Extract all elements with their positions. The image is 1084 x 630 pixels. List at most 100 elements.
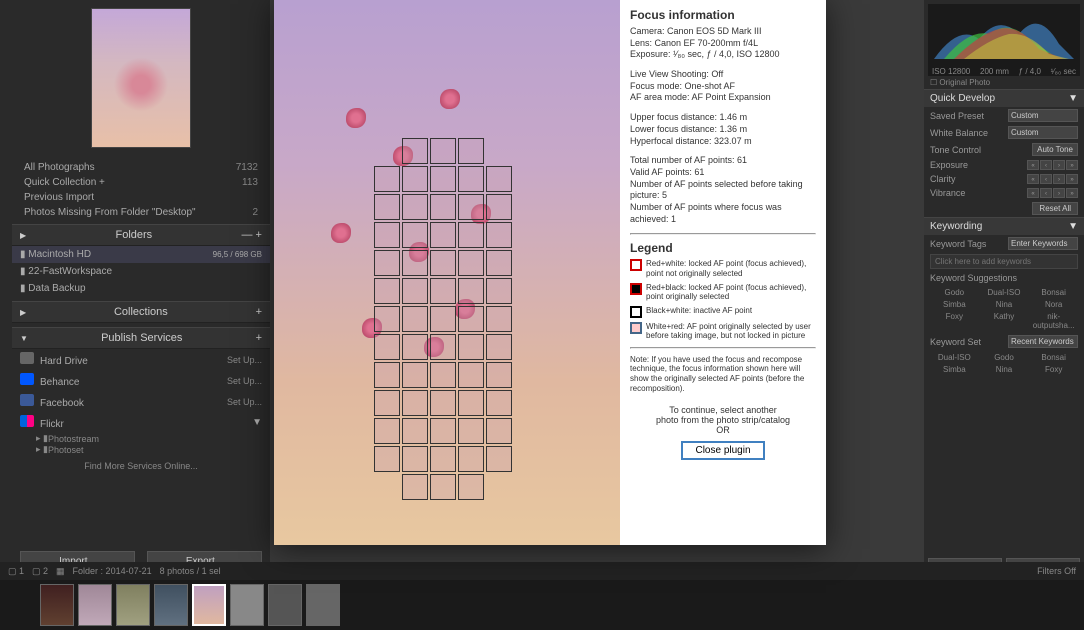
filmstrip-thumb-selected[interactable] bbox=[192, 584, 226, 626]
status-bar: ▢ 1 ▢ 2 ▦ Folder : 2014-07-21 8 photos /… bbox=[0, 562, 1084, 580]
exposure-steppers[interactable]: «‹›» bbox=[1027, 160, 1078, 170]
histo-iso: ISO 12800 bbox=[932, 67, 970, 76]
kw-sugg-item[interactable]: Simba bbox=[930, 299, 979, 310]
vibrance-row: Vibrance«‹›» bbox=[924, 186, 1084, 200]
legend-white-red: White+red: AF point originally selected … bbox=[646, 322, 816, 341]
keyword-input[interactable] bbox=[930, 254, 1078, 269]
legend-red-black: Red+black: locked AF point (focus achiev… bbox=[646, 283, 816, 302]
close-plugin-button[interactable]: Close plugin bbox=[681, 441, 764, 460]
filmstrip-thumb[interactable] bbox=[40, 584, 74, 626]
filmstrip: ▢ 1 ▢ 2 ▦ Folder : 2014-07-21 8 photos /… bbox=[0, 580, 1084, 630]
modal-info-panel: Focus information Camera: Canon EOS 5D M… bbox=[620, 0, 826, 545]
kw-recent-item[interactable]: Nina bbox=[980, 364, 1029, 375]
recent-keywords-grid: Dual-ISOGodoBonsai SimbaNinaFoxy bbox=[924, 350, 1084, 377]
reset-all-button[interactable]: Reset All bbox=[1032, 202, 1078, 215]
kw-recent-item[interactable]: Foxy bbox=[1029, 364, 1078, 375]
collections-header[interactable]: ▶Collections+ bbox=[12, 301, 270, 323]
filmstrip-thumb[interactable] bbox=[230, 584, 264, 626]
publish-facebook[interactable]: FacebookSet Up... bbox=[12, 391, 270, 412]
kw-sugg-item[interactable]: Foxy bbox=[930, 311, 979, 331]
keyword-suggestions-header: Keyword Suggestions bbox=[924, 271, 1084, 285]
folders-header[interactable]: ▶Folders— + bbox=[12, 224, 270, 246]
focus-info-title: Focus information bbox=[630, 8, 816, 22]
legend-black-white: Black+white: inactive AF point bbox=[646, 306, 752, 318]
publish-flickr[interactable]: Flickr▼ bbox=[12, 412, 270, 433]
clarity-steppers[interactable]: «‹›» bbox=[1027, 174, 1078, 184]
publish-flickr-photostream[interactable]: ▸ ▮ Photostream bbox=[12, 433, 270, 444]
af-point-grid bbox=[374, 138, 512, 500]
kw-recent-item[interactable]: Godo bbox=[980, 352, 1029, 363]
kw-recent-item[interactable]: Dual-ISO bbox=[930, 352, 979, 363]
catalog-previous-import[interactable]: Previous Import bbox=[20, 190, 262, 205]
filters-off[interactable]: Filters Off bbox=[1037, 566, 1076, 576]
catalog-list: All Photographs7132 Quick Collection +11… bbox=[12, 160, 270, 220]
info-focusmode: Focus mode: One-shot AF bbox=[630, 81, 816, 93]
publish-services-header[interactable]: ▼Publish Services+ bbox=[12, 327, 270, 349]
legend-title: Legend bbox=[630, 241, 816, 255]
exposure-row: Exposure«‹›» bbox=[924, 158, 1084, 172]
quick-develop-header[interactable]: Quick Develop▼ bbox=[924, 89, 1084, 107]
keyword-tags-row[interactable]: Keyword TagsEnter Keywords bbox=[924, 235, 1084, 252]
kw-sugg-item[interactable]: Dual-ISO bbox=[980, 287, 1029, 298]
kw-sugg-item[interactable]: Godo bbox=[930, 287, 979, 298]
histo-focal: 200 mm bbox=[980, 67, 1009, 76]
info-lower-distance: Lower focus distance: 1.36 m bbox=[630, 124, 816, 136]
info-camera: Camera: Canon EOS 5D Mark III bbox=[630, 26, 816, 38]
histo-shutter: ¹⁄₈₀ sec bbox=[1051, 67, 1076, 76]
keyword-suggestions-grid: GodoDual-ISOBonsai SimbaNinaNora FoxyKat… bbox=[924, 285, 1084, 333]
filmstrip-thumb[interactable] bbox=[154, 584, 188, 626]
folder-fastworkspace[interactable]: ▮ 22-FastWorkspace bbox=[12, 263, 270, 280]
kw-sugg-item[interactable]: Bonsai bbox=[1029, 287, 1078, 298]
clarity-row: Clarity«‹›» bbox=[924, 172, 1084, 186]
catalog-quick-collection[interactable]: Quick Collection +113 bbox=[20, 175, 262, 190]
info-hyperfocal: Hyperfocal distance: 323.07 m bbox=[630, 136, 816, 148]
white-balance-row[interactable]: White BalanceCustom bbox=[924, 124, 1084, 141]
info-exposure: Exposure: ¹⁄₈₀ sec, ƒ / 4,0, ISO 12800 bbox=[630, 49, 816, 61]
info-achieved: Number of AF points where focus was achi… bbox=[630, 202, 816, 225]
kw-sugg-item[interactable]: Nora bbox=[1029, 299, 1078, 310]
focus-info-modal: Focus information Camera: Canon EOS 5D M… bbox=[274, 0, 826, 545]
grid-view-icon[interactable]: ▦ bbox=[56, 566, 65, 577]
publish-behance[interactable]: BehanceSet Up... bbox=[12, 370, 270, 391]
folder-data-backup[interactable]: ▮ Data Backup bbox=[12, 280, 270, 297]
tone-control-row: Tone ControlAuto Tone bbox=[924, 141, 1084, 158]
filmstrip-thumb[interactable] bbox=[116, 584, 150, 626]
window-toggle-2[interactable]: ▢ 2 bbox=[32, 566, 48, 577]
publish-hard-drive[interactable]: Hard DriveSet Up... bbox=[12, 349, 270, 370]
right-panel: ISO 12800 200 mm ƒ / 4,0 ¹⁄₈₀ sec ☐ Orig… bbox=[924, 0, 1084, 580]
legend-red-white: Red+white: locked AF point (focus achiev… bbox=[646, 259, 816, 278]
filmstrip-thumb[interactable] bbox=[306, 584, 340, 626]
left-panel: All Photographs7132 Quick Collection +11… bbox=[0, 0, 270, 580]
catalog-all-photographs[interactable]: All Photographs7132 bbox=[20, 160, 262, 175]
filmstrip-thumb[interactable] bbox=[78, 584, 112, 626]
navigator-preview[interactable] bbox=[91, 8, 191, 148]
info-lens: Lens: Canon EF 70-200mm f/4L bbox=[630, 38, 816, 50]
folder-macintosh-hd[interactable]: ▮ Macintosh HD96,5 / 698 GB bbox=[12, 246, 270, 263]
publish-flickr-photoset[interactable]: ▸ ▮ Photoset bbox=[12, 444, 270, 455]
kw-sugg-item[interactable]: nik-outputsha... bbox=[1029, 311, 1078, 331]
keyword-set-row[interactable]: Keyword SetRecent Keywords bbox=[924, 333, 1084, 350]
histogram[interactable]: ISO 12800 200 mm ƒ / 4,0 ¹⁄₈₀ sec bbox=[928, 4, 1080, 76]
kw-sugg-item[interactable]: Kathy bbox=[980, 311, 1029, 331]
info-total-af: Total number of AF points: 61 bbox=[630, 155, 816, 167]
info-upper-distance: Upper focus distance: 1.46 m bbox=[630, 112, 816, 124]
modal-preview-image bbox=[274, 0, 620, 545]
keywording-header[interactable]: Keywording▼ bbox=[924, 217, 1084, 235]
auto-tone-button[interactable]: Auto Tone bbox=[1032, 143, 1078, 156]
info-afarea: AF area mode: AF Point Expansion bbox=[630, 92, 816, 104]
histo-aperture: ƒ / 4,0 bbox=[1019, 67, 1041, 76]
info-liveview: Live View Shooting: Off bbox=[630, 69, 816, 81]
find-more-services[interactable]: Find More Services Online... bbox=[12, 455, 270, 477]
filmstrip-thumb[interactable] bbox=[268, 584, 302, 626]
kw-recent-item[interactable]: Bonsai bbox=[1029, 352, 1078, 363]
kw-recent-item[interactable]: Simba bbox=[930, 364, 979, 375]
legend-note: Note: If you have used the focus and rec… bbox=[630, 355, 816, 393]
saved-preset-row[interactable]: Saved PresetCustom bbox=[924, 107, 1084, 124]
vibrance-steppers[interactable]: «‹›» bbox=[1027, 188, 1078, 198]
catalog-missing-photos[interactable]: Photos Missing From Folder "Desktop"2 bbox=[20, 205, 262, 220]
status-folder: Folder : 2014-07-21 bbox=[73, 566, 152, 576]
original-photo-checkbox[interactable]: ☐ Original Photo bbox=[924, 76, 1084, 89]
info-selected-before: Number of AF points selected before taki… bbox=[630, 179, 816, 202]
kw-sugg-item[interactable]: Nina bbox=[980, 299, 1029, 310]
window-toggle[interactable]: ▢ 1 bbox=[8, 566, 24, 577]
